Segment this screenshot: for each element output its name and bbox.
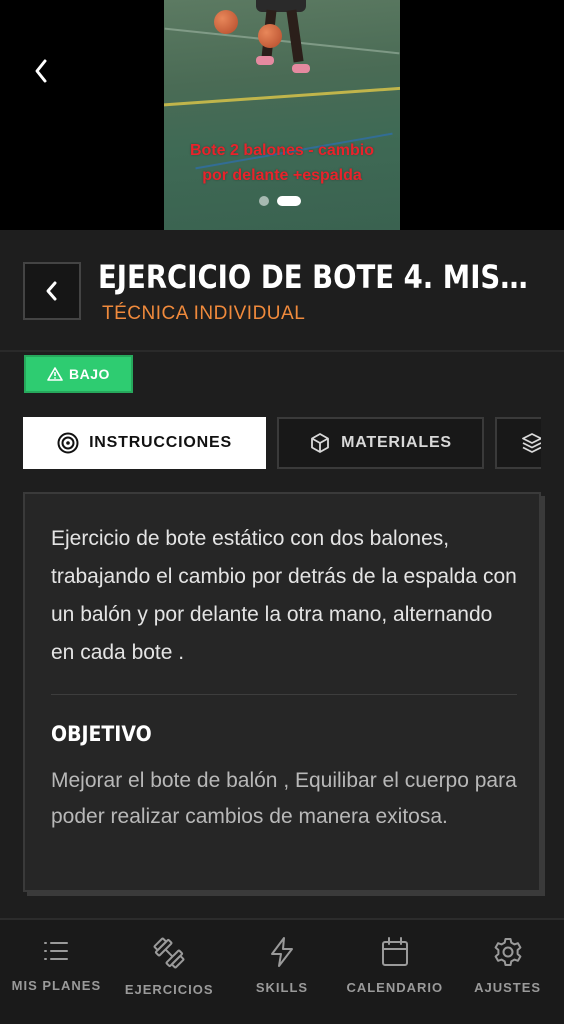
- calendar-icon: [381, 937, 408, 966]
- video-caption-line: por delante +espalda: [202, 167, 362, 184]
- chevron-left-icon: [35, 59, 47, 83]
- target-icon: [57, 432, 79, 454]
- tab-materiales[interactable]: MATERIALES: [277, 417, 484, 469]
- exercise-description: Ejercicio de bote estático con dos balon…: [51, 527, 517, 664]
- tab-instrucciones[interactable]: INSTRUCCIONES: [23, 417, 266, 469]
- nav-label: MIS PLANES: [11, 978, 102, 993]
- lightning-icon: [270, 937, 293, 967]
- tab-bar: INSTRUCCIONES MATERIALES: [23, 417, 541, 469]
- nav-label: CALENDARIO: [346, 980, 444, 995]
- difficulty-badge: BAJO: [24, 355, 133, 393]
- exercise-detail-screen: Bote 2 balones - cambio por delante +esp…: [0, 0, 564, 1024]
- video-caption-line: Bote 2 balones - cambio: [189, 142, 375, 159]
- basketball: [214, 10, 238, 34]
- nav-item-ejercicios[interactable]: EJERCICIOS: [113, 920, 226, 1024]
- nav-item-skills[interactable]: SKILLS: [226, 920, 339, 1024]
- dumbbell-icon: [153, 937, 185, 969]
- difficulty-label: BAJO: [69, 366, 110, 382]
- cube-icon: [311, 433, 329, 453]
- layers-icon: [522, 433, 541, 453]
- nav-label: SKILLS: [255, 980, 309, 995]
- category-label: TÉCNICA INDIVIDUAL: [102, 303, 306, 324]
- nav-item-calendario[interactable]: CALENDARIO: [338, 920, 451, 1024]
- exercise-video[interactable]: Bote 2 balones - cambio por delante +esp…: [164, 0, 400, 230]
- carousel-dot[interactable]: [259, 196, 269, 206]
- nav-item-mis-planes[interactable]: MIS PLANES: [0, 920, 113, 1024]
- tab-label: INSTRUCCIONES: [89, 434, 232, 451]
- tab-layers[interactable]: [495, 417, 541, 469]
- objective-text: Mejorar el bote de balón , Equilibar el …: [51, 769, 517, 828]
- instructions-card: Ejercicio de bote estático con dos balon…: [23, 492, 541, 892]
- media-viewer: Bote 2 balones - cambio por delante +esp…: [0, 0, 564, 230]
- video-caption: Bote 2 balones - cambio por delante +esp…: [164, 138, 400, 188]
- exercise-header: EJERCICIO DE BOTE 4. MISMO LUGAR TÉCNICA…: [0, 230, 564, 352]
- gear-icon: [494, 938, 521, 966]
- basketball: [258, 24, 282, 48]
- carousel-indicator: [259, 196, 301, 206]
- nav-item-ajustes[interactable]: AJUSTES: [451, 920, 564, 1024]
- chevron-left-icon: [46, 281, 57, 301]
- list-icon: [44, 942, 69, 960]
- nav-label: AJUSTES: [474, 980, 542, 995]
- nav-label: EJERCICIOS: [124, 982, 214, 997]
- media-back-button[interactable]: [26, 56, 56, 86]
- back-button[interactable]: [23, 262, 81, 320]
- objective-title: OBJETIVO: [51, 722, 152, 746]
- warning-triangle-icon: [47, 367, 63, 381]
- page-title: EJERCICIO DE BOTE 4. MISMO LUGAR: [98, 258, 538, 296]
- bottom-navigation: MIS PLANES EJERCICIOS SKILLS CALENDARIO …: [0, 918, 564, 1024]
- tab-label: MATERIALES: [341, 434, 452, 451]
- carousel-dot-active[interactable]: [277, 196, 301, 206]
- divider: [51, 694, 517, 695]
